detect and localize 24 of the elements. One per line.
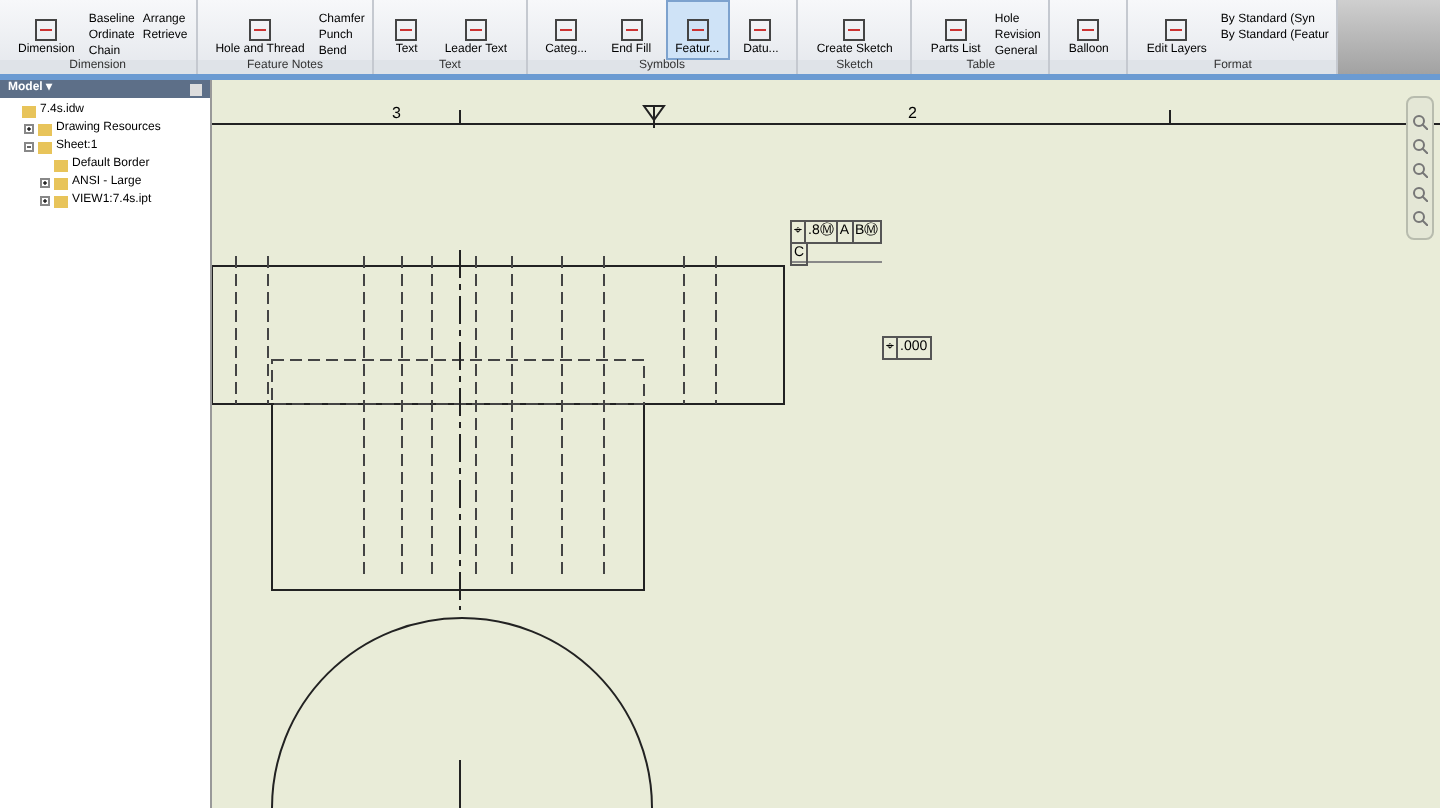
- zone-label: 3: [392, 102, 401, 126]
- expand-icon[interactable]: [24, 124, 34, 134]
- tool-icon: [683, 16, 712, 44]
- zoom-icon[interactable]: [1412, 114, 1428, 130]
- expand-icon[interactable]: [40, 178, 50, 188]
- zoom-icon[interactable]: [1412, 186, 1428, 202]
- tool-icon: [552, 16, 581, 44]
- tool-icon: [941, 16, 970, 44]
- tool-icon: [840, 16, 869, 44]
- zoom-icon[interactable]: [1412, 210, 1428, 226]
- tool-icon: [1162, 16, 1191, 44]
- tool-icon: [246, 16, 275, 44]
- collapse-icon[interactable]: [24, 142, 34, 152]
- tool-icon: [392, 16, 421, 44]
- tool-icon: [1074, 16, 1103, 44]
- help-icon[interactable]: [190, 83, 202, 95]
- zoom-icon[interactable]: [1412, 138, 1428, 154]
- tool-icon: [461, 16, 490, 44]
- tool-icon: [32, 16, 61, 44]
- expand-icon[interactable]: [40, 196, 50, 206]
- zone-label: 2: [908, 102, 917, 126]
- zoom-icon[interactable]: [1412, 162, 1428, 178]
- tool-icon: [617, 16, 646, 44]
- tool-icon: [746, 16, 775, 44]
